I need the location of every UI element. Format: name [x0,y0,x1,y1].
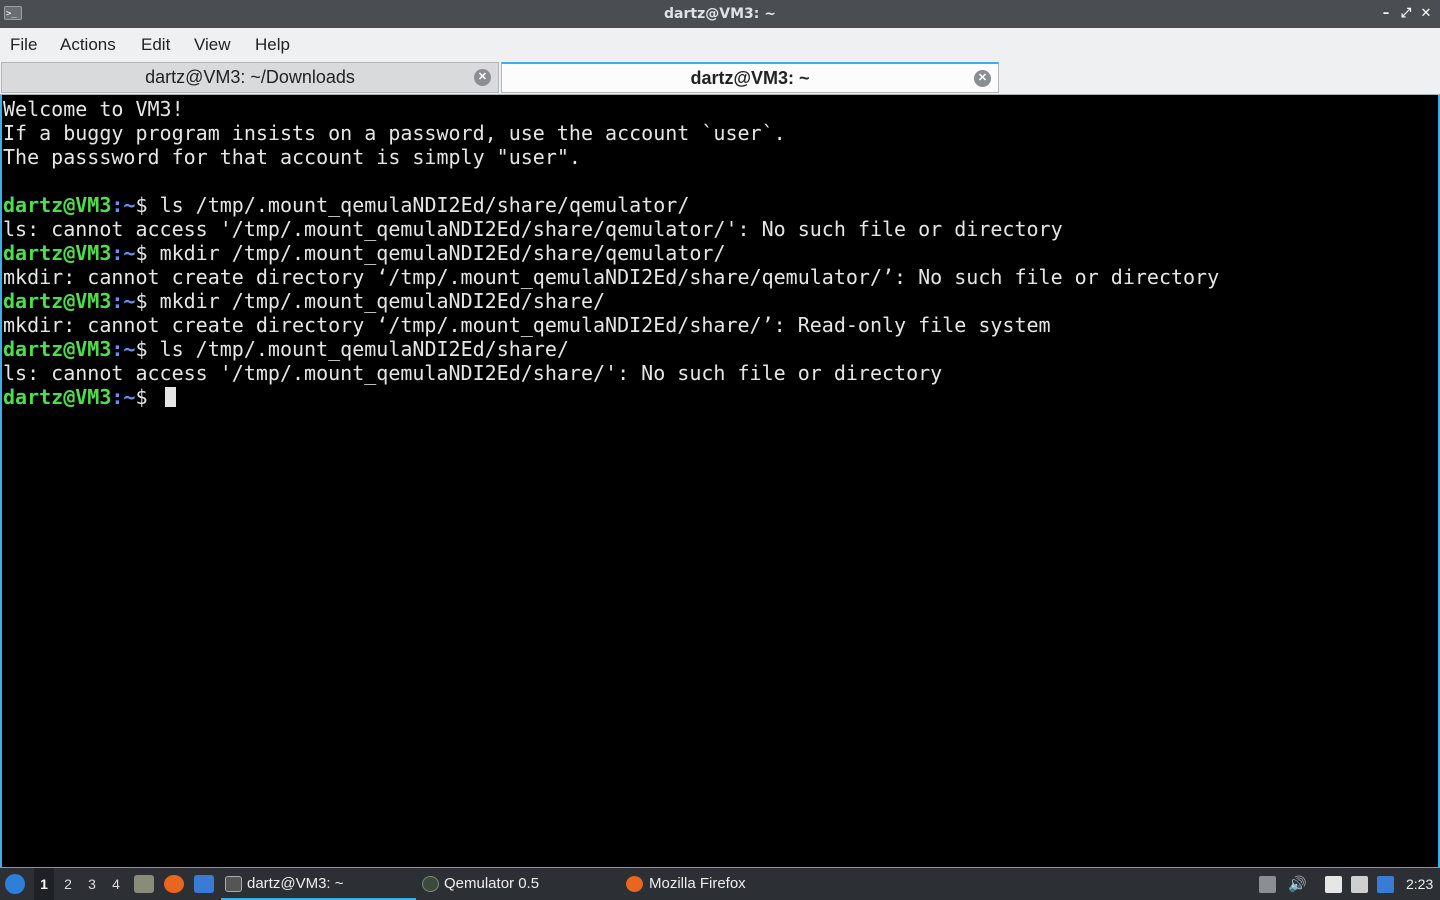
command-line: dartz@VM3:~$ mkdir /tmp/.mount_qemulaNDI… [3,241,1438,265]
prompt-path: :~ [111,289,136,313]
prompt-path: :~ [111,193,136,217]
prompt-user: dartz@VM3 [3,241,112,265]
welcome-line: Welcome to VM3! [3,97,184,121]
task-qemulator[interactable]: Qemulator 0.5 [418,868,644,900]
welcome-line: The passsword for that account is simply… [3,145,581,169]
menu-view[interactable]: View [194,28,231,61]
task-terminal[interactable]: dartz@VM3: ~ [221,868,416,900]
command-text: mkdir /tmp/.mount_qemulaNDI2Ed/share/ [159,289,606,313]
window-title: dartz@VM3: ~ [664,6,776,22]
prompt-user: dartz@VM3 [3,193,112,217]
qemulator-icon [422,876,439,892]
tab-label: dartz@VM3: ~ [690,68,810,88]
command-output: ls: cannot access '/tmp/.mount_qemulaNDI… [3,217,1063,241]
active-prompt-line[interactable]: dartz@VM3:~$ [3,385,1438,409]
desktop-4-button[interactable]: 4 [106,868,126,900]
terminal-output[interactable]: Welcome to VM3! If a buggy program insis… [0,95,1440,867]
close-button[interactable]: ✕ [1417,5,1435,23]
task-firefox[interactable]: Mozilla Firefox [622,868,849,900]
tab-bar: dartz@VM3: ~/Downloads ✕ dartz@VM3: ~ ✕ [0,61,1440,95]
taskbar: 1 2 3 4 dartz@VM3: ~ Qemulator 0.5 Mozil… [0,867,1440,900]
desktop-2-button[interactable]: 2 [58,868,78,900]
welcome-line: If a buggy program insists on a password… [3,121,786,145]
command-output: mkdir: cannot create directory ‘/tmp/.mo… [3,265,1220,289]
updates-icon[interactable] [1377,876,1394,893]
prompt-symbol: $ [135,385,160,409]
prompt-path: :~ [111,337,136,361]
prompt-symbol: $ [135,289,160,313]
command-output: ls: cannot access '/tmp/.mount_qemulaNDI… [3,361,943,385]
prompt-symbol: $ [135,241,160,265]
menu-actions[interactable]: Actions [60,28,116,61]
tab-home[interactable]: dartz@VM3: ~ ✕ [501,62,999,93]
clock[interactable]: 2:23 [1406,868,1433,900]
prompt-path: :~ [111,385,136,409]
task-label: dartz@VM3: ~ [247,875,344,892]
desktop-icon[interactable] [194,875,214,893]
menu-file[interactable]: File [10,28,37,61]
menu-help[interactable]: Help [255,28,290,61]
window-titlebar[interactable]: >_ dartz@VM3: ~ – ⤢ ✕ [0,0,1440,28]
tray-up-arrow-icon[interactable] [1259,876,1276,893]
prompt-user: dartz@VM3 [3,385,112,409]
clipboard-icon[interactable] [1325,876,1342,893]
desktop-1-button[interactable]: 1 [34,868,54,900]
task-label: Qemulator 0.5 [444,875,540,892]
restore-button[interactable]: ⤢ [1397,5,1415,23]
start-menu-icon[interactable] [5,874,25,894]
command-text: ls /tmp/.mount_qemulaNDI2Ed/share/ [159,337,569,361]
prompt-user: dartz@VM3 [3,337,112,361]
minimize-button[interactable]: – [1377,5,1395,23]
command-line: dartz@VM3:~$ ls /tmp/.mount_qemulaNDI2Ed… [3,337,1438,361]
volume-icon[interactable]: 🔊 [1288,876,1307,893]
file-manager-icon[interactable] [134,875,154,893]
menu-edit[interactable]: Edit [141,28,170,61]
command-output: mkdir: cannot create directory ‘/tmp/.mo… [3,313,1051,337]
command-line: dartz@VM3:~$ ls /tmp/.mount_qemulaNDI2Ed… [3,193,1438,217]
close-tab-icon[interactable]: ✕ [474,69,491,86]
firefox-icon[interactable] [164,875,184,893]
prompt-symbol: $ [135,193,160,217]
network-icon[interactable] [1351,876,1368,893]
terminal-icon [225,876,242,892]
prompt-symbol: $ [135,337,160,361]
firefox-icon [626,876,643,892]
command-line: dartz@VM3:~$ mkdir /tmp/.mount_qemulaNDI… [3,289,1438,313]
tab-downloads[interactable]: dartz@VM3: ~/Downloads ✕ [1,62,499,93]
prompt-user: dartz@VM3 [3,289,112,313]
command-text: ls /tmp/.mount_qemulaNDI2Ed/share/qemula… [159,193,690,217]
task-label: Mozilla Firefox [649,875,746,892]
close-tab-icon[interactable]: ✕ [974,70,991,87]
command-text: mkdir /tmp/.mount_qemulaNDI2Ed/share/qem… [159,241,726,265]
prompt-path: :~ [111,241,136,265]
tab-label: dartz@VM3: ~/Downloads [145,67,355,87]
menu-bar: File Actions Edit View Help [0,28,1440,61]
desktop-3-button[interactable]: 3 [82,868,102,900]
terminal-cursor [164,387,176,407]
